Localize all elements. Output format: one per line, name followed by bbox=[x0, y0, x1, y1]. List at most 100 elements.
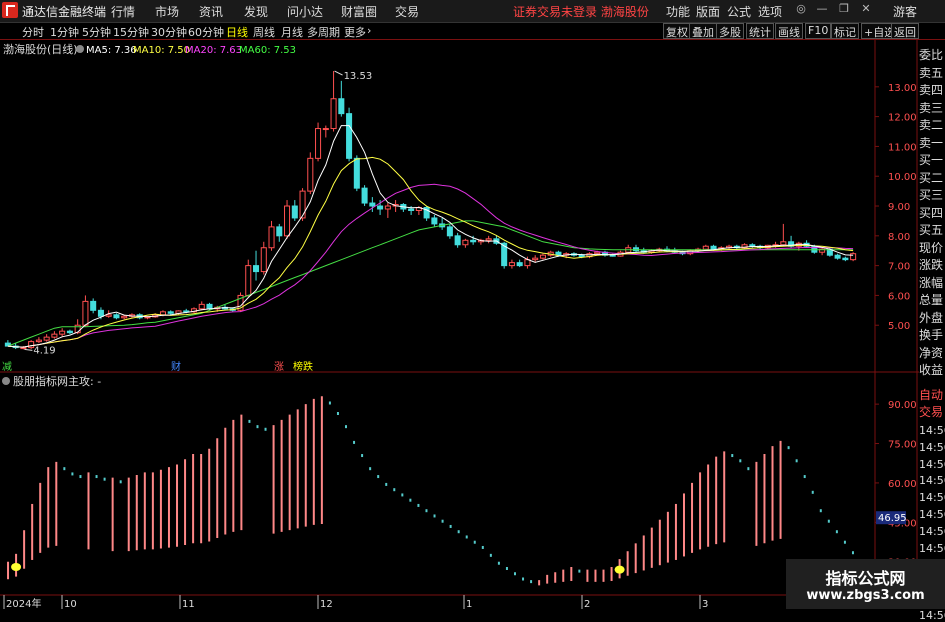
candle-body bbox=[59, 330, 66, 335]
side-label: 卖二 bbox=[919, 118, 944, 132]
candle-body bbox=[346, 113, 353, 159]
indicator-sub: 主攻: - bbox=[68, 374, 101, 388]
menu-formula[interactable]: 公式 bbox=[727, 3, 751, 20]
candle-body bbox=[330, 98, 337, 130]
candle-body bbox=[253, 265, 260, 273]
menu-discover[interactable]: 发现 bbox=[244, 3, 268, 20]
mark-button[interactable]: 标记 bbox=[831, 23, 859, 39]
date-tick-label: 12 bbox=[320, 599, 333, 609]
candle-body bbox=[51, 333, 58, 338]
login-notice[interactable]: 证券交易未登录 渤海股份 bbox=[513, 3, 649, 20]
ma5-line bbox=[7, 125, 854, 348]
side-label: 卖一 bbox=[919, 135, 944, 150]
period-toolbar: 分时 1分钟 5分钟 15分钟 30分钟 60分钟 日线 周线 月线 多周期 更… bbox=[0, 23, 945, 40]
trade-time-label: 14:56 bbox=[919, 457, 945, 471]
price-tick-label: 8.00 bbox=[888, 232, 910, 243]
menu-market[interactable]: 市场 bbox=[155, 3, 179, 20]
stock-label: 渤海股份(日线) bbox=[3, 42, 78, 56]
candle-body bbox=[97, 309, 104, 317]
overlay-button[interactable]: 叠加 bbox=[689, 23, 717, 39]
auto-trade-label[interactable]: 自动 bbox=[919, 386, 945, 403]
watermark-title: 指标公式网 bbox=[825, 569, 906, 588]
marker-finance[interactable]: 财 bbox=[171, 360, 181, 373]
menu-wealth-circle[interactable]: 财富圈 bbox=[341, 3, 377, 20]
candle-body bbox=[485, 238, 492, 241]
signal-dot bbox=[614, 565, 625, 574]
indicator-bars bbox=[7, 396, 854, 586]
period-more[interactable]: 更多 bbox=[344, 24, 366, 40]
date-tick-label: 3 bbox=[702, 599, 708, 609]
watermark: 指标公式网 www.zbgs3.com bbox=[786, 559, 945, 609]
side-label: 买四 bbox=[919, 205, 944, 220]
restore-icon[interactable]: ❐ bbox=[835, 2, 853, 18]
draw-button[interactable]: 画线 bbox=[775, 23, 803, 39]
period-1min[interactable]: 1分钟 bbox=[50, 24, 79, 40]
candle-body bbox=[291, 205, 298, 219]
candle-body bbox=[82, 300, 89, 326]
period-monthly[interactable]: 月线 bbox=[281, 24, 303, 40]
candle-body bbox=[20, 347, 27, 350]
trade-time-label: 14:56 bbox=[919, 474, 945, 488]
menu-ask[interactable]: 问小达 bbox=[287, 3, 323, 20]
period-multi[interactable]: 多周期 bbox=[307, 24, 340, 40]
menu-news[interactable]: 资讯 bbox=[199, 3, 223, 20]
period-60min[interactable]: 60分钟 bbox=[188, 24, 224, 40]
candle-body bbox=[105, 314, 112, 317]
menu-bar: 通达信金融终端 行情 市场 资讯 发现 问小达 财富圈 交易 证券交易未登录 渤… bbox=[0, 0, 945, 23]
candle-body bbox=[408, 208, 415, 211]
menu-function[interactable]: 功能 bbox=[666, 3, 690, 20]
period-timeshare[interactable]: 分时 bbox=[22, 24, 44, 40]
side-label: 卖四 bbox=[919, 83, 944, 97]
menu-layout[interactable]: 版面 bbox=[696, 3, 720, 20]
auto-trade-label[interactable]: 交易 bbox=[919, 403, 945, 420]
period-weekly[interactable]: 周线 bbox=[253, 24, 275, 40]
trade-time-label: 14:56 bbox=[919, 541, 945, 555]
close-icon[interactable]: ✕ bbox=[857, 2, 875, 18]
high-pointer bbox=[334, 70, 343, 76]
adjust-button[interactable]: 复权 bbox=[663, 23, 691, 39]
side-label: 买五 bbox=[919, 223, 944, 237]
candle-body bbox=[377, 205, 384, 210]
f10-button[interactable]: F10 bbox=[805, 23, 832, 39]
price-chart[interactable]: 13.00 12.00 11.00 10.00 9.00 8.00 7.00 6.00 5.00… bbox=[0, 40, 919, 373]
indicator-signals bbox=[11, 562, 625, 574]
stats-button[interactable]: 统计 bbox=[746, 23, 774, 39]
indicator-axis: 90.0075.0060.0045.0030.00 bbox=[875, 400, 917, 569]
user-name[interactable]: 游客 bbox=[893, 3, 917, 20]
candle-body bbox=[462, 239, 469, 246]
moving-averages bbox=[7, 70, 854, 351]
chevron-right-icon[interactable]: › bbox=[367, 24, 371, 37]
minimize-icon[interactable]: — bbox=[813, 2, 831, 18]
trade-time-label: 14:56 bbox=[919, 424, 945, 437]
indicator-chart[interactable]: 90.0075.0060.0045.0030.00 2024年101112123… bbox=[0, 373, 919, 609]
menu-quotes[interactable]: 行情 bbox=[111, 3, 135, 20]
marker-fall-list[interactable]: 榜跌 bbox=[293, 360, 313, 373]
trade-time-label: 14:56 bbox=[919, 608, 945, 622]
side-label: 卖三 bbox=[919, 100, 944, 115]
indicator-settings-icon[interactable] bbox=[2, 377, 10, 385]
period-30min[interactable]: 30分钟 bbox=[151, 24, 187, 40]
side-label: 收益 bbox=[919, 363, 944, 377]
side-label: 外盘 bbox=[919, 310, 944, 325]
date-tick-label: 10 bbox=[64, 599, 77, 609]
candle-body bbox=[35, 339, 42, 343]
candle-body bbox=[446, 226, 453, 237]
indicator-tick-label: 75.00 bbox=[888, 440, 917, 451]
marker-rise[interactable]: 涨 bbox=[274, 361, 284, 373]
multi-stock-button[interactable]: 多股 bbox=[716, 23, 744, 39]
back-button[interactable]: 返回 bbox=[891, 23, 919, 39]
menu-trade[interactable]: 交易 bbox=[395, 3, 419, 20]
side-label: 涨幅 bbox=[919, 275, 944, 290]
candle-body bbox=[268, 226, 275, 249]
period-15min[interactable]: 15分钟 bbox=[113, 24, 149, 40]
trade-time-label: 14:56 bbox=[919, 508, 945, 521]
ma10-line bbox=[7, 156, 854, 348]
period-daily[interactable]: 日线 bbox=[226, 24, 248, 40]
settings-dot-icon[interactable] bbox=[76, 45, 84, 53]
marker-reduce[interactable]: 减 bbox=[2, 361, 12, 373]
menu-options[interactable]: 选项 bbox=[758, 3, 782, 20]
skin-icon[interactable]: ◎ bbox=[792, 2, 810, 18]
period-5min[interactable]: 5分钟 bbox=[82, 24, 111, 40]
candle-body bbox=[338, 98, 345, 115]
candle-body bbox=[780, 241, 787, 246]
